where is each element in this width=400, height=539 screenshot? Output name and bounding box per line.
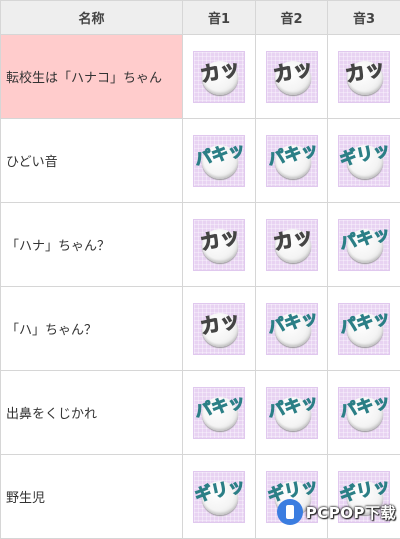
watermark-text: PCPOP下载 [306,502,396,523]
sound-cell: カッ [256,203,328,287]
sound-glyph: パキッ [192,136,248,172]
row-name: ひどい音 [1,119,183,203]
row-name: 転校生は「ハナコ」ちゃん [1,35,183,119]
sound-cell: カッ [256,35,328,119]
paki-sound-icon[interactable]: パキッ [266,135,318,187]
sound-glyph: カッ [192,52,248,88]
paki-sound-icon[interactable]: パキッ [193,387,245,439]
paki-sound-icon[interactable]: パキッ [338,219,390,271]
table-row: 出鼻をくじかれパキッパキッパキッ [1,371,400,455]
sound-cell: パキッ [256,287,328,371]
table-row: 転校生は「ハナコ」ちゃんカッカッカッ [1,35,400,119]
row-name: 出鼻をくじかれ [1,371,183,455]
sound-glyph: ギリッ [337,136,393,172]
table-row: ひどい音パキッパキッギリッ [1,119,400,203]
sound-glyph: カッ [192,220,248,256]
sound-cell: パキッ [183,119,256,203]
sound-cell: カッ [183,203,256,287]
sound-cell: カッ [183,287,256,371]
paki-sound-icon[interactable]: パキッ [338,387,390,439]
kacchu-sound-icon[interactable]: カッ [193,219,245,271]
sound-cell: パキッ [183,371,256,455]
sound-cell: パキッ [256,371,328,455]
sound-glyph: パキッ [337,388,393,424]
header-sound3: 音3 [328,1,400,35]
sound-glyph: カッ [337,52,393,88]
kacchu-sound-icon[interactable]: カッ [193,303,245,355]
sound-cell: カッ [328,35,400,119]
giri-sound-icon[interactable]: ギリッ [338,135,390,187]
sound-cell: パキッ [328,287,400,371]
sound-glyph: パキッ [192,388,248,424]
sound-glyph: パキッ [264,304,320,340]
sound-table: 名称 音1 音2 音3 転校生は「ハナコ」ちゃんカッカッカッひどい音パキッパキッ… [0,0,400,539]
paki-sound-icon[interactable]: パキッ [266,303,318,355]
giri-sound-icon[interactable]: ギリッ [193,471,245,523]
sound-glyph: ギリッ [192,472,248,508]
sound-cell: ギリッ [256,455,328,539]
header-sound2: 音2 [256,1,328,35]
sound-glyph: カッ [192,304,248,340]
sound-cell: ギリッ [328,119,400,203]
sound-glyph: パキッ [264,136,320,172]
row-name: 野生児 [1,455,183,539]
sound-glyph: カッ [264,52,320,88]
kacchu-sound-icon[interactable]: カッ [266,219,318,271]
sound-cell: パキッ [328,203,400,287]
sound-glyph: パキッ [337,304,393,340]
header-sound1: 音1 [183,1,256,35]
paki-sound-icon[interactable]: パキッ [338,303,390,355]
row-name: 「ハ」ちゃん？ [1,287,183,371]
kacchu-sound-icon[interactable]: カッ [266,51,318,103]
row-name: 「ハナ」ちゃん？ [1,203,183,287]
sound-glyph: パキッ [264,388,320,424]
paki-sound-icon[interactable]: パキッ [193,135,245,187]
watermark-logo: PCPOP下载 [277,499,396,525]
sound-cell: ギリッ [183,455,256,539]
sound-cell: パキッ [328,371,400,455]
table-row: 野生児ギリッギリッギリッ [1,455,400,539]
sound-cell: パキッ [256,119,328,203]
table-row: 「ハナ」ちゃん？カッカッパキッ [1,203,400,287]
header-name: 名称 [1,1,183,35]
sound-glyph: カッ [264,220,320,256]
table-row: 「ハ」ちゃん？カッパキッパキッ [1,287,400,371]
sound-glyph: パキッ [337,220,393,256]
sound-cell: カッ [183,35,256,119]
paki-sound-icon[interactable]: パキッ [266,387,318,439]
kacchu-sound-icon[interactable]: カッ [338,51,390,103]
sound-cell: ギリッ [328,455,400,539]
kacchu-sound-icon[interactable]: カッ [193,51,245,103]
table-header-row: 名称 音1 音2 音3 [1,1,400,35]
pcpop-logo-icon [277,499,303,525]
